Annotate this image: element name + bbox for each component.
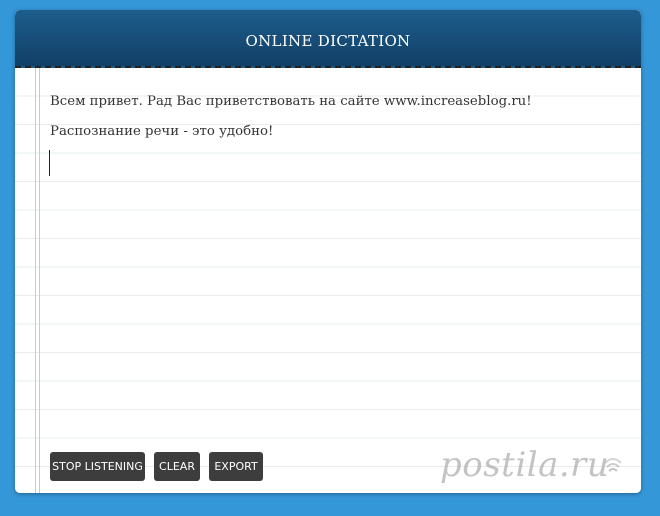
signal-waves-icon <box>605 458 622 472</box>
clear-button[interactable]: CLEAR <box>154 452 200 481</box>
dictation-window: ONLINE DICTATION Всем привет. Рад Вас пр… <box>15 10 641 493</box>
watermark: postila.ru <box>440 445 610 485</box>
text-caret <box>49 150 50 176</box>
text-line: Распознание речи - это удобно! <box>50 124 274 139</box>
app-title: ONLINE DICTATION <box>245 32 411 50</box>
dictation-text-area[interactable]: Всем привет. Рад Вас приветствовать на с… <box>15 68 641 493</box>
margin-line <box>35 68 36 493</box>
stop-listening-button[interactable]: STOP LISTENING <box>50 452 145 481</box>
export-button[interactable]: EXPORT <box>209 452 263 481</box>
text-line: Всем привет. Рад Вас приветствовать на с… <box>50 94 532 109</box>
margin-line <box>39 68 40 493</box>
header-bar: ONLINE DICTATION <box>15 10 641 68</box>
